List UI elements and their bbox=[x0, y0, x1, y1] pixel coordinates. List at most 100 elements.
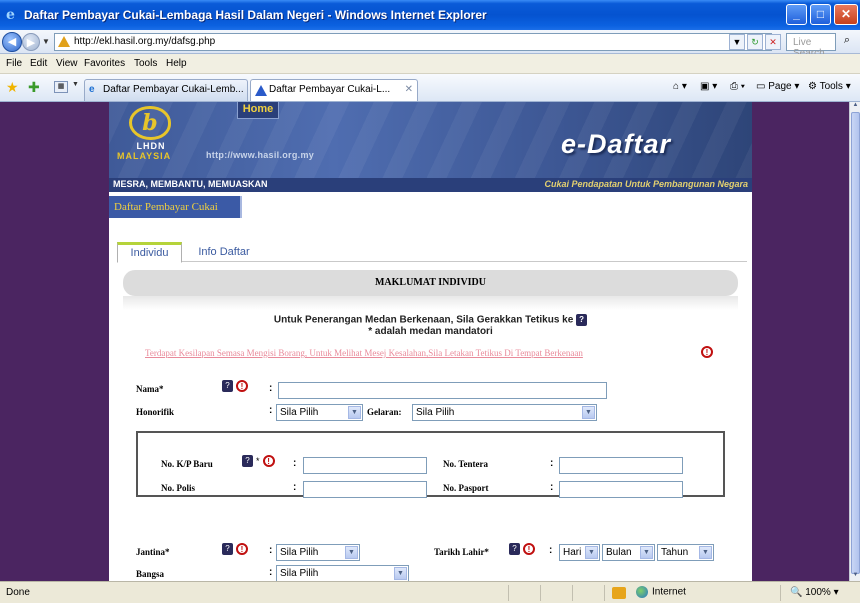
scrollbar-thumb[interactable] bbox=[851, 112, 860, 574]
tools-menu[interactable]: ⚙ Tools ▾ bbox=[808, 81, 851, 92]
exclamation-circle-icon[interactable]: ! bbox=[262, 455, 275, 468]
zoom-value: 100% bbox=[805, 587, 831, 598]
status-divider bbox=[540, 585, 541, 601]
tentera-input[interactable] bbox=[559, 457, 683, 474]
protected-mode-icon[interactable] bbox=[612, 587, 626, 599]
kp-icons: ? * ! bbox=[242, 455, 278, 468]
label-kp-baru: No. K/P Baru bbox=[161, 459, 213, 469]
address-dropdown-icon[interactable]: ▼ bbox=[729, 34, 745, 50]
url-text: http://ekl.hasil.org.my/dafsg.php bbox=[74, 36, 216, 47]
question-icon[interactable]: ? bbox=[242, 455, 253, 468]
bangsa-select[interactable]: Sila Pilih ▼ bbox=[276, 565, 409, 581]
maximize-button[interactable]: □ bbox=[810, 4, 831, 25]
add-favorites-icon[interactable]: ✚ bbox=[28, 79, 40, 96]
exclamation-circle-icon[interactable]: ! bbox=[236, 380, 248, 393]
search-icon[interactable]: ⌕ bbox=[838, 34, 856, 50]
nama-input[interactable] bbox=[278, 382, 607, 399]
bulan-value: Bulan bbox=[606, 547, 632, 558]
scroll-down-icon[interactable]: ▼ bbox=[851, 572, 860, 581]
label-tentera: No. Tentera bbox=[443, 459, 488, 469]
home-icon[interactable]: ⌂ ▾ bbox=[673, 81, 687, 92]
menu-favorites[interactable]: Favorites bbox=[84, 58, 125, 69]
menu-file[interactable]: File bbox=[6, 58, 22, 69]
tab-individu[interactable]: Individu bbox=[117, 242, 182, 263]
section-title: MAKLUMAT INDIVIDU bbox=[123, 270, 738, 296]
back-button[interactable]: ◀ bbox=[2, 32, 22, 52]
label-honorifik: Honorifik bbox=[136, 407, 175, 417]
exclamation-circle-icon[interactable]: ! bbox=[523, 543, 535, 556]
slogan-left: MESRA, MEMBANTU, MEMUASKAN bbox=[113, 179, 268, 189]
mandatory-note: * adalah medan mandatori bbox=[368, 326, 493, 337]
ie-logo-icon: e bbox=[6, 7, 15, 23]
kp-baru-input[interactable] bbox=[303, 457, 427, 474]
menu-tools[interactable]: Tools bbox=[134, 58, 157, 69]
question-icon[interactable]: ? bbox=[509, 543, 520, 556]
lhdn-logo: b LHDN MALAYSIA bbox=[115, 106, 197, 166]
menu-bar: File Edit View Favorites Tools Help bbox=[0, 54, 860, 74]
tab-info-daftar[interactable]: Info Daftar bbox=[189, 242, 259, 263]
brand-title: e-Daftar bbox=[561, 129, 672, 159]
status-divider bbox=[508, 585, 509, 601]
page-warning-icon bbox=[58, 36, 70, 47]
label-nama: Nama* bbox=[136, 384, 164, 394]
exclamation-circle-icon[interactable]: ! bbox=[236, 543, 248, 556]
feeds-icon[interactable]: ▣ ▾ bbox=[700, 81, 717, 92]
hari-value: Hari bbox=[563, 547, 582, 558]
honorifik-value: Sila Pilih bbox=[280, 407, 319, 418]
hari-select[interactable]: Hari ▼ bbox=[559, 544, 600, 561]
tab-daftar-2[interactable]: Daftar Pembayar Cukai-L... ✕ bbox=[250, 79, 418, 101]
menu-help[interactable]: Help bbox=[166, 58, 187, 69]
jantina-value: Sila Pilih bbox=[280, 547, 319, 558]
vertical-scrollbar[interactable]: ▲ ▼ bbox=[849, 102, 860, 581]
tahun-select[interactable]: Tahun ▼ bbox=[657, 544, 714, 561]
search-input[interactable]: Live Search bbox=[786, 33, 836, 59]
honorifik-select[interactable]: Sila Pilih ▼ bbox=[276, 404, 363, 421]
question-icon[interactable]: ? bbox=[222, 543, 233, 556]
quick-tabs-icon[interactable]: ▦ bbox=[54, 81, 68, 93]
refresh-icon[interactable]: ↻ bbox=[747, 34, 763, 50]
status-text: Done bbox=[6, 587, 30, 598]
minimize-button[interactable]: _ bbox=[786, 4, 807, 25]
forward-button[interactable]: ▶ bbox=[22, 33, 40, 51]
tab-list-dropdown-icon[interactable]: ▼ bbox=[72, 81, 82, 93]
bulan-select[interactable]: Bulan ▼ bbox=[602, 544, 655, 561]
menu-view[interactable]: View bbox=[56, 58, 78, 69]
chevron-down-icon: ▼ bbox=[582, 406, 595, 419]
page-menu-label: Page bbox=[768, 81, 792, 92]
gelaran-select[interactable]: Sila Pilih ▼ bbox=[412, 404, 597, 421]
scroll-up-icon[interactable]: ▲ bbox=[851, 102, 860, 111]
menu-edit[interactable]: Edit bbox=[30, 58, 47, 69]
jantina-select[interactable]: Sila Pilih ▼ bbox=[276, 544, 360, 561]
history-dropdown-icon[interactable]: ▼ bbox=[42, 37, 50, 46]
window-title: Daftar Pembayar Cukai-Lembaga Hasil Dala… bbox=[24, 8, 487, 22]
security-zone[interactable]: Internet bbox=[636, 586, 686, 598]
logo-malaysia-text: MALAYSIA bbox=[117, 151, 172, 161]
tab-daftar-1[interactable]: e Daftar Pembayar Cukai-Lemb... bbox=[84, 79, 248, 101]
label-polis: No. Polis bbox=[161, 483, 196, 493]
page-menu[interactable]: ▭ Page ▾ bbox=[756, 81, 799, 92]
zoom-control[interactable]: 🔍 100% ▾ bbox=[790, 587, 839, 598]
tab-label: Daftar Pembayar Cukai-L... bbox=[269, 84, 391, 95]
close-button[interactable]: ✕ bbox=[834, 4, 858, 25]
home-link[interactable]: Home bbox=[237, 102, 279, 119]
chevron-down-icon: ▼ bbox=[640, 546, 653, 559]
help-instruction: Untuk Penerangan Medan Berkenaan, Sila G… bbox=[109, 314, 752, 326]
pasport-input[interactable] bbox=[559, 481, 683, 498]
close-tab-icon[interactable]: ✕ bbox=[405, 84, 413, 95]
status-bar: Done Internet 🔍 100% ▾ bbox=[0, 581, 860, 603]
address-field[interactable]: http://ekl.hasil.org.my/dafsg.php bbox=[54, 33, 772, 51]
zone-label: Internet bbox=[652, 586, 686, 598]
print-icon[interactable]: ⎙ ▾ bbox=[730, 81, 745, 92]
question-icon: ? bbox=[576, 314, 588, 326]
ie-page-icon: e bbox=[89, 84, 95, 95]
slogan-right: Cukai Pendapatan Untuk Pembangunan Negar… bbox=[544, 179, 748, 189]
status-divider bbox=[572, 585, 573, 601]
colon: : bbox=[550, 482, 554, 493]
form-tabs: Individu Info Daftar bbox=[117, 242, 747, 263]
tab-bar: ★ ✚ ▦ ▼ e Daftar Pembayar Cukai-Lemb... … bbox=[0, 74, 860, 102]
stop-icon[interactable]: ✕ bbox=[765, 34, 781, 50]
exclamation-circle-icon: ! bbox=[701, 346, 713, 358]
favorites-star-icon[interactable]: ★ bbox=[6, 79, 19, 96]
polis-input[interactable] bbox=[303, 481, 427, 498]
question-icon[interactable]: ? bbox=[222, 380, 233, 393]
